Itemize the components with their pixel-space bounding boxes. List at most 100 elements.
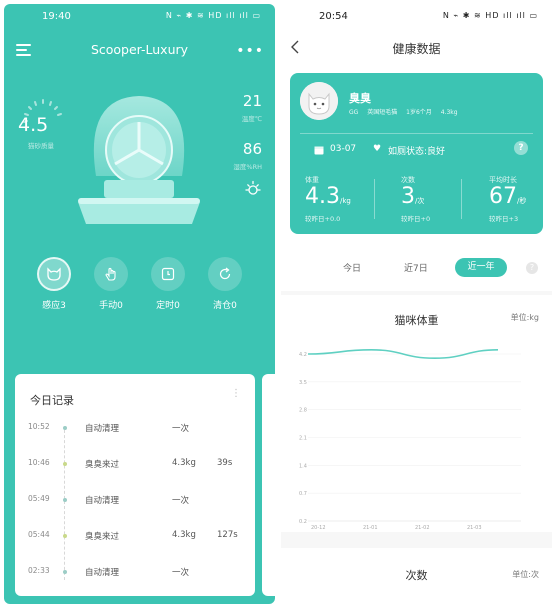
x-tick-label: 20-12 [311,525,326,530]
record-dot [63,498,67,502]
weight-chart-unit: 单位:kg [510,313,539,322]
record-row[interactable]: 05:49 自动清理 一次 [15,494,255,508]
humidity-readout: 86 湿度%RH [233,140,262,171]
cat-name: 臭臭 [349,92,371,105]
stat-duration: 平均时长 67/秒 较昨日+3 [489,175,526,223]
y-tick-label: 0.7 [299,491,307,497]
record-action: 自动清理 [85,496,120,506]
record-row[interactable]: 10:52 自动清理 一次 [15,422,255,436]
stat-duration-unit: /秒 [517,197,527,205]
mode-timer-button[interactable]: 定时0 [148,257,188,311]
more-options-icon[interactable]: ••• [236,43,264,59]
record-action: 臭臭来过 [85,460,120,470]
y-tick-label: 0.2 [299,519,307,525]
record-dot [63,570,67,574]
stat-duration-compare: 较昨日+3 [489,215,519,223]
today-records-title: 今日记录 [30,394,74,407]
y-tick-label: 2.8 [299,408,307,414]
x-tick-label: 21-01 [363,525,378,530]
count-chart-card: 次数 单位:次 [281,548,552,604]
record-dot [63,534,67,538]
record-amount: 4.3kg [172,530,196,540]
cat-sex: GG [349,109,359,116]
help-icon[interactable]: ? [514,141,528,155]
record-amount: 一次 [172,568,190,578]
cat-meta: GG 英国短毛猫 1岁6个月 4.3kg [349,107,465,116]
stat-duration-value: 67 [489,184,517,209]
card-divider [300,133,533,134]
weight-line-chart: 4.2 3.5 2.8 2.1 1.4 0.7 0.2 20-12 21-01 21-02 21-0… [299,349,521,530]
cat-weight: 4.3kg [440,109,458,116]
next-card-peek[interactable] [262,374,275,596]
record-amount: 4.3kg [172,458,196,468]
status-icons: N ⌁ ✱ ≋ HD ıll ıll ▭ [442,11,538,20]
litter-level-value: 4.5 [18,114,49,136]
heart-icon: ♥ [373,144,382,154]
stat-separator [374,179,375,219]
mode-sensor-label: 感应3 [42,301,66,311]
record-time: 02:33 [28,566,50,575]
humidity-value: 86 [242,140,262,158]
stat-count-unit: /次 [415,197,425,205]
record-row[interactable]: 02:33 自动清理 一次 [15,566,255,580]
mode-manual-button[interactable]: 手动0 [91,257,131,311]
y-tick-label: 1.4 [299,463,307,469]
range-tabs: 今日 近7日 近一年 ? [281,258,552,280]
cat-breed: 英国短毛猫 [367,109,398,116]
stat-weight-value: 4.3 [305,184,340,209]
record-duration: 127s [217,530,238,540]
status-icons: N ⌁ ✱ ≋ HD ıll ıll ▭ [165,11,261,20]
record-time: 10:52 [28,422,50,431]
device-health-screen: 20:54 N ⌁ ✱ ≋ HD ıll ıll ▭ 健康数据 臭臭 GG 英国… [281,4,552,604]
page-title: 健康数据 [392,42,441,56]
record-row[interactable]: 10:46 臭臭来过 4.3kg 39s [15,458,255,472]
count-chart-unit: 单位:次 [512,570,539,579]
record-duration: 39s [217,458,233,468]
record-dot [63,426,67,430]
hand-icon [105,267,116,281]
light-icon[interactable] [244,180,262,198]
cat-avatar[interactable] [300,82,338,120]
stat-weight: 体重 4.3/kg 较昨日+0.0 [305,175,351,223]
record-time: 10:46 [28,458,50,467]
x-tick-label: 21-02 [415,525,430,530]
record-action: 臭臭来过 [85,532,120,542]
screenshot: 19:40 N ⌁ ✱ ≋ HD ıll ıll ▭ Scooper-Luxur… [0,0,556,608]
tab-1-year[interactable]: 近一年 [455,258,507,277]
mode-empty-button[interactable]: 清仓0 [205,257,245,311]
today-records-card: 今日记录 ⋮ 10:52 自动清理 一次 10:46 臭臭来过 4.3kg 39s 05:49… [15,374,255,596]
refresh-icon [219,267,231,280]
range-help-icon[interactable]: ? [526,262,538,274]
card-more-icon[interactable]: ⋮ [231,388,241,399]
record-amount: 一次 [172,424,190,434]
record-amount: 一次 [172,496,190,506]
mode-empty-label: 清仓0 [213,301,237,311]
cat-face-icon [47,267,61,281]
app-title: Scooper-Luxury [90,42,189,57]
cat-profile-card: 臭臭 GG 英国短毛猫 1岁6个月 4.3kg 03-07 ♥ 如厕状态:良好 … [290,73,543,234]
mode-timer-label: 定时0 [156,301,180,311]
device-home-screen: 19:40 N ⌁ ✱ ≋ HD ıll ıll ▭ Scooper-Luxur… [4,4,275,604]
calendar-icon [314,146,324,155]
humidity-label: 湿度%RH [233,163,262,171]
cat-age: 1岁6个月 [406,109,432,116]
litter-box-illustration [78,96,200,224]
mode-sensor-button[interactable]: 感应3 [34,257,74,311]
record-row[interactable]: 05:44 臭臭来过 4.3kg 127s [15,530,255,544]
record-dot [63,462,67,466]
tab-7-days[interactable]: 近7日 [404,261,428,274]
stat-weight-unit: /kg [340,197,351,205]
record-time: 05:49 [28,494,50,503]
tab-today[interactable]: 今日 [343,261,361,274]
status-time: 19:40 [42,11,71,22]
stat-separator [461,179,462,219]
record-date: 03-07 [330,144,357,154]
temperature-value: 21 [242,92,262,110]
temperature-label: 温度℃ [241,115,262,123]
record-time: 05:44 [28,530,50,539]
x-tick-label: 21-03 [467,525,482,530]
status-bar: 19:40 N ⌁ ✱ ≋ HD ıll ıll ▭ [4,4,275,28]
stat-count-compare: 较昨日+0 [401,215,431,223]
record-action: 自动清理 [85,424,120,434]
stat-count: 次数 3/次 较昨日+0 [401,175,430,223]
